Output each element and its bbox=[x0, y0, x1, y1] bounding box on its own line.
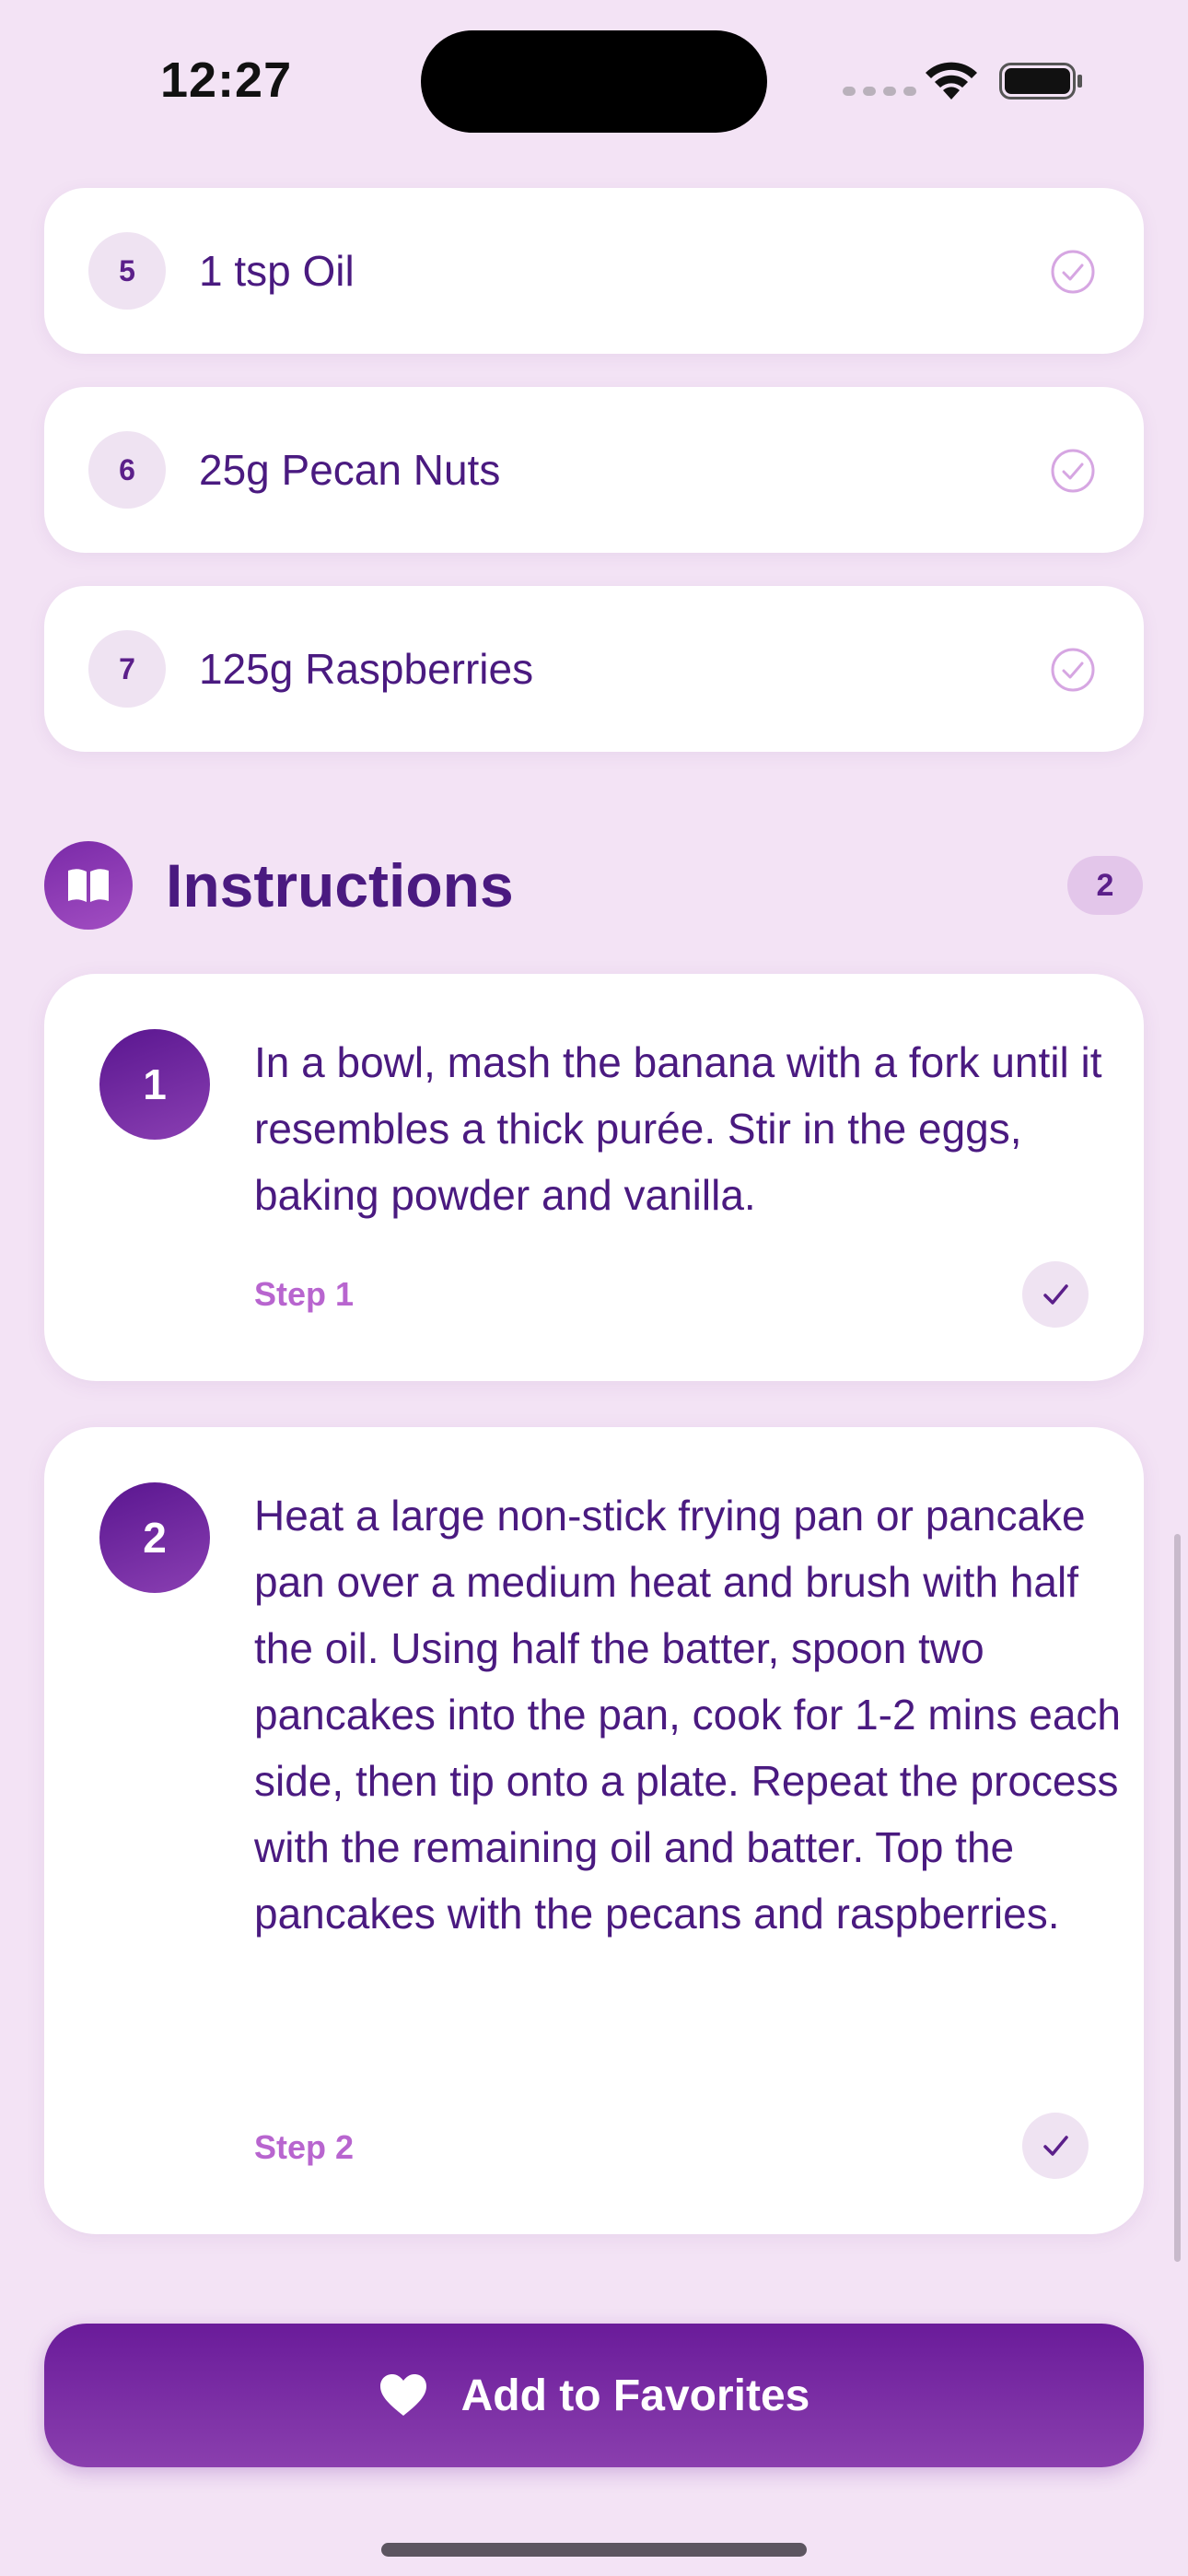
recipe-detail-screen: 12:27 5 1 tsp Oil 6 25g Pecan Nuts 7 125… bbox=[0, 0, 1188, 2576]
ingredient-item[interactable]: 5 1 tsp Oil bbox=[44, 188, 1144, 354]
ingredient-label: 25g Pecan Nuts bbox=[199, 446, 501, 494]
step-number-badge: 2 bbox=[99, 1482, 210, 1593]
step-label: Step 1 bbox=[254, 1275, 355, 1313]
check-circle-icon[interactable] bbox=[1050, 647, 1096, 693]
instructions-title: Instructions bbox=[166, 851, 514, 919]
book-icon bbox=[44, 841, 133, 930]
instruction-step-card[interactable]: 1 In a bowl, mash the banana with a fork… bbox=[44, 974, 1144, 1381]
step-text: Heat a large non-stick frying pan or pan… bbox=[254, 1492, 1122, 1938]
ingredient-label: 1 tsp Oil bbox=[199, 247, 355, 295]
check-circle-icon[interactable] bbox=[1050, 448, 1096, 494]
ingredient-number: 6 bbox=[88, 431, 166, 509]
step-complete-button[interactable] bbox=[1022, 1261, 1089, 1328]
add-to-favorites-label: Add to Favorites bbox=[460, 2371, 810, 2420]
ingredient-number: 5 bbox=[88, 232, 166, 310]
step-label: Step 2 bbox=[254, 2128, 355, 2166]
ingredient-number: 7 bbox=[88, 630, 166, 708]
status-bar: 12:27 bbox=[0, 0, 1188, 166]
ingredient-label: 125g Raspberries bbox=[199, 645, 534, 693]
step-number-badge: 1 bbox=[99, 1029, 210, 1140]
ingredient-item[interactable]: 7 125g Raspberries bbox=[44, 586, 1144, 752]
instruction-step-card[interactable]: 2 Heat a large non-stick frying pan or p… bbox=[44, 1427, 1144, 2234]
checkmark-icon bbox=[1043, 1284, 1068, 1305]
status-time: 12:27 bbox=[160, 53, 293, 108]
cellular-signal-icon bbox=[843, 87, 916, 96]
step-complete-button[interactable] bbox=[1022, 2113, 1089, 2179]
dynamic-island bbox=[421, 30, 767, 133]
home-indicator[interactable] bbox=[381, 2543, 807, 2557]
step-text: In a bowl, mash the banana with a fork u… bbox=[254, 1038, 1102, 1219]
ingredient-item[interactable]: 6 25g Pecan Nuts bbox=[44, 387, 1144, 553]
scrollbar[interactable] bbox=[1174, 1534, 1181, 2262]
instructions-count-badge: 2 bbox=[1067, 856, 1143, 915]
battery-icon bbox=[999, 63, 1082, 100]
heart-icon bbox=[379, 2374, 426, 2416]
add-to-favorites-button[interactable]: Add to Favorites bbox=[44, 2324, 1144, 2467]
wifi-icon bbox=[926, 62, 977, 100]
check-circle-icon[interactable] bbox=[1050, 249, 1096, 295]
checkmark-icon bbox=[1043, 2136, 1068, 2156]
